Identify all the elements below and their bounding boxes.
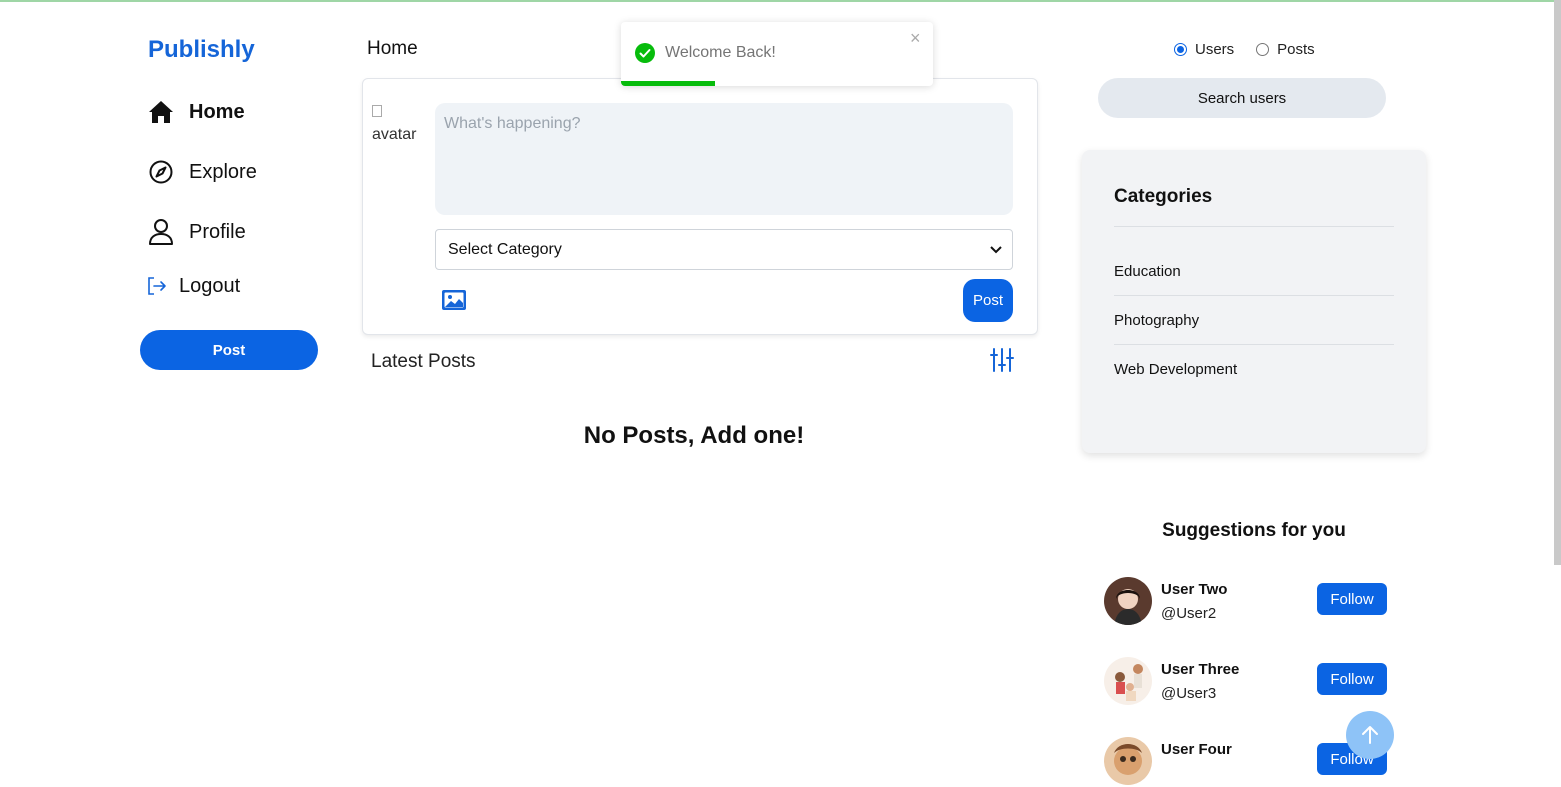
toast-progress-bar [621,81,715,86]
nav-item-home[interactable]: Home [147,98,245,126]
follow-button[interactable]: Follow [1317,663,1387,695]
image-upload-icon[interactable] [441,289,469,313]
filter-sliders-icon[interactable] [988,346,1016,374]
success-check-icon [635,43,655,63]
chevron-down-icon [990,241,1002,259]
suggestion-name[interactable]: User Two [1161,581,1227,598]
post-text-input[interactable] [435,103,1013,215]
nav-label-logout: Logout [179,274,241,297]
compass-icon [147,158,175,186]
suggestion-handle: @User3 [1161,685,1217,702]
radio-posts[interactable]: Posts [1256,41,1315,58]
nav-label-profile: Profile [189,220,246,243]
divider [1114,344,1394,345]
toast-close-button[interactable]: × [910,28,921,49]
toast-message: Welcome Back! [665,44,776,61]
radio-posts-dot[interactable] [1256,43,1270,56]
nav-item-explore[interactable]: Explore [147,158,257,186]
brand-logo[interactable]: Publishly [148,36,255,64]
category-select-value: Select Category [448,240,562,258]
empty-posts-message: No Posts, Add one! [583,422,805,449]
user-icon [147,218,175,246]
categories-card: Categories Education Photography Web Dev… [1082,150,1426,453]
sidebar-post-button[interactable]: Post [140,330,318,370]
welcome-toast: Welcome Back! × [621,22,933,86]
home-icon [147,98,175,126]
divider [1114,226,1394,227]
search-users-button[interactable]: Search users [1098,78,1386,118]
page-title: Home [367,38,418,59]
top-accent-line [0,0,1561,2]
search-type-radio-group: Users Posts [1174,41,1315,58]
suggestion-item: User Four Follow [1104,737,1388,787]
broken-image-icon [372,105,382,117]
radio-users[interactable]: Users [1174,41,1234,58]
suggestion-item: User Three @User3 Follow [1104,657,1388,707]
follow-button[interactable]: Follow [1317,583,1387,615]
suggestion-handle: @User2 [1161,605,1217,622]
latest-posts-title: Latest Posts [371,351,476,372]
suggestion-item: User Two @User2 Follow [1104,577,1388,627]
composer-post-button[interactable]: Post [963,279,1013,322]
category-link-web-development[interactable]: Web Development [1114,361,1237,378]
nav-item-logout[interactable]: Logout [147,272,240,300]
nav-label-explore: Explore [189,160,257,183]
category-select[interactable]: Select Category [435,229,1013,270]
suggestion-name[interactable]: User Three [1161,661,1239,678]
radio-posts-label: Posts [1277,41,1315,58]
avatar[interactable] [1104,577,1152,625]
suggestions-title: Suggestions for you [1162,520,1346,541]
avatar[interactable] [1104,737,1152,785]
avatar[interactable] [1104,657,1152,705]
categories-title: Categories [1114,186,1213,207]
scroll-to-top-button[interactable] [1346,711,1394,759]
post-composer: avatar Select Category Post [362,78,1038,335]
page-scrollbar[interactable] [1554,0,1561,565]
category-link-photography[interactable]: Photography [1114,312,1199,329]
radio-users-label: Users [1195,41,1235,58]
suggestion-name[interactable]: User Four [1161,741,1232,758]
category-link-education[interactable]: Education [1114,263,1181,280]
radio-users-dot[interactable] [1174,43,1187,56]
avatar: avatar [372,105,422,145]
arrow-up-icon [1362,726,1378,744]
logout-icon [147,272,167,300]
nav-item-profile[interactable]: Profile [147,218,246,246]
avatar-alt-text: avatar [372,126,417,143]
nav-label-home: Home [189,100,245,123]
divider [1114,295,1394,296]
